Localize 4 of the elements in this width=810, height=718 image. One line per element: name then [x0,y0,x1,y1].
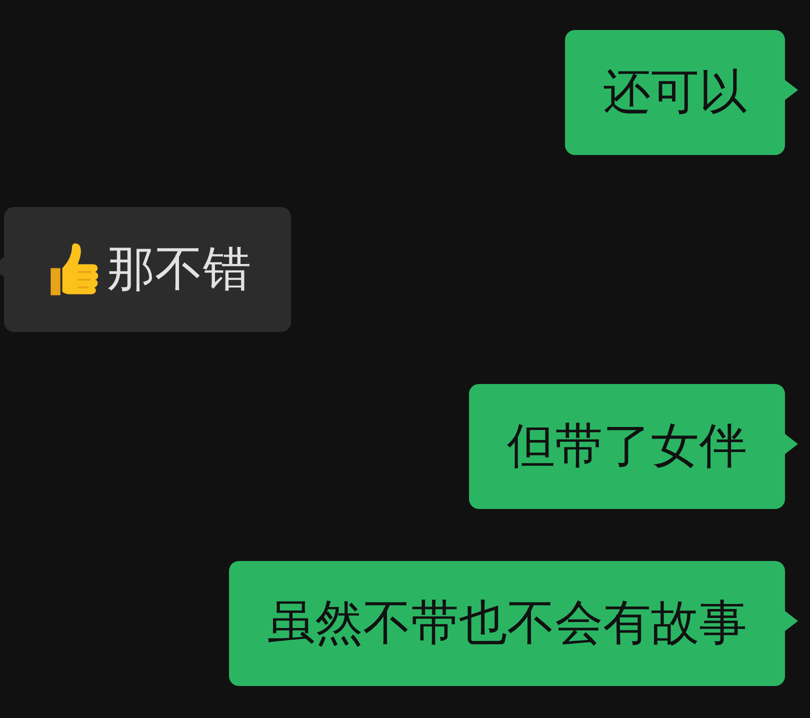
message-text: 还可以 [603,68,747,116]
message-text: 那不错 [107,246,251,294]
message-text: 虽然不带也不会有故事 [267,600,747,648]
message-text: 但带了女伴 [507,422,747,470]
